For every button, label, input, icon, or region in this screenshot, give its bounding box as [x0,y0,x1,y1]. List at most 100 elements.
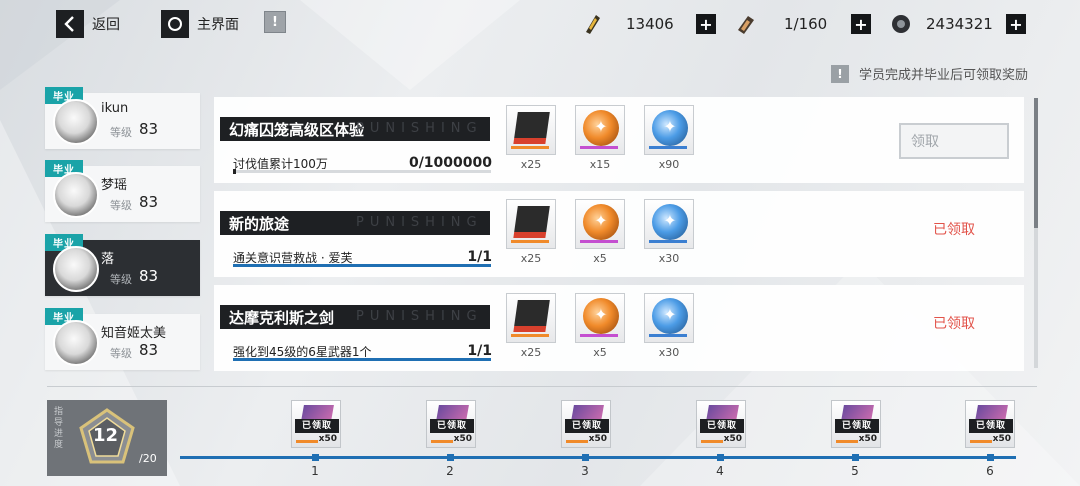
task-progress: 1/1 [467,343,492,359]
top-bar: 返回 主界面 ! 13406 + 1/160 + 2434321 + [0,0,1080,48]
add-coin-button[interactable]: + [1006,14,1026,34]
chevron-left-icon [56,10,84,38]
reward-count: x50 [318,434,337,444]
rank-label: 指导进度 [52,406,62,450]
student-card[interactable]: 毕业 知音姬太美 等级 83 [45,308,200,370]
task-title-bar: 新的旅途 PUNISHING [220,211,490,235]
reward-item[interactable]: ✦ x5 [575,199,625,265]
guidance-rank-panel: 指导进度 12 /20 [47,400,167,476]
milestone-node [312,454,319,461]
reward-item[interactable]: x25 [506,105,556,171]
resource-coin: 2434321 [890,12,993,36]
level-label: 等级 [110,126,132,139]
reward-qty: x90 [658,158,680,171]
task-title-bar: 幻痛囚笼高级区体验 PUNISHING [220,117,490,141]
reward-qty: x30 [658,252,680,265]
rank-max: /20 [139,452,157,465]
stamina-ticket-icon [586,15,600,34]
reward-item[interactable]: x25 [506,199,556,265]
divider [47,386,1037,387]
add-blood-button[interactable]: + [851,14,871,34]
back-button[interactable]: 返回 [56,10,120,38]
milestone-reward[interactable]: 已领取 x50 [426,400,476,448]
notice-text: 学员完成并毕业后可领取奖励 [858,68,1028,83]
reward-qty: x25 [520,346,542,359]
reward-qty: x25 [520,158,542,171]
milestone-track [180,456,1016,459]
avatar [53,99,99,145]
level-value: 83 [139,120,159,138]
blue-coin-icon: ✦ [644,199,694,249]
student-card[interactable]: 毕业 ikun 等级 83 [45,87,200,149]
supply-chip-icon [506,105,556,155]
ghost-text: PUNISHING [356,309,483,324]
reward-qty: x5 [593,346,607,359]
task-title: 达摩克利斯之剑 [229,309,335,327]
reward-item[interactable]: x25 [506,293,556,359]
claimed-label: 已领取 [565,419,609,433]
claim-button[interactable]: 领取 [899,123,1009,159]
student-card[interactable]: 毕业 梦瑶 等级 83 [45,160,200,222]
avatar [53,246,99,292]
reward-item[interactable]: ✦ x30 [644,293,694,359]
level-label: 等级 [110,347,132,360]
milestone-number: 3 [581,464,589,478]
screw-gear-icon [892,15,910,33]
task-title-bar: 达摩克利斯之剑 PUNISHING [220,305,490,329]
add-stamina-button[interactable]: + [696,14,716,34]
level-value: 83 [139,193,159,211]
level-label: 等级 [110,273,132,286]
task-scrollbar[interactable] [1034,98,1038,368]
reward-qty: x15 [589,158,611,171]
milestone-number: 5 [851,464,859,478]
info-icon[interactable]: ! [264,11,286,33]
level-value: 83 [139,267,159,285]
milestone-reward[interactable]: 已领取 x50 [561,400,611,448]
home-circle-icon [161,10,189,38]
milestone-reward[interactable]: 已领取 x50 [831,400,881,448]
avatar [53,320,99,366]
supply-chip-icon [506,199,556,249]
graduation-notice: ! 学员完成并毕业后可领取奖励 [830,64,1028,83]
claimed-status: 已领取 [933,316,975,332]
level-value: 83 [139,341,159,359]
blue-coin-icon: ✦ [644,105,694,155]
task-row: 幻痛囚笼高级区体验 PUNISHING 讨伐值累计100万 0/1000000 … [214,97,1024,183]
avatar [53,172,99,218]
milestone-number: 2 [446,464,454,478]
milestone-node [852,454,859,461]
milestone-reward[interactable]: 已领取 x50 [696,400,746,448]
coin-value: 2434321 [926,15,993,33]
student-name: ikun [101,101,129,116]
reward-count: x50 [858,434,877,444]
resource-stamina: 13406 [580,12,674,36]
blue-coin-icon: ✦ [644,293,694,343]
blood-pack-icon [738,16,754,34]
task-title: 新的旅途 [229,215,290,233]
scrollbar-thumb[interactable] [1034,98,1038,228]
home-button[interactable]: 主界面 [161,10,239,38]
task-progress-bar [233,358,491,361]
reward-item[interactable]: ✦ x30 [644,199,694,265]
student-card-selected[interactable]: 毕业 落 等级 83 [45,234,200,296]
reward-item[interactable]: ✦ x90 [644,105,694,171]
reward-item[interactable]: ✦ x5 [575,293,625,359]
reward-count: x50 [992,434,1011,444]
reward-qty: x25 [520,252,542,265]
milestone-number: 1 [311,464,319,478]
student-name: 知音姬太美 [101,326,167,341]
milestone-node [447,454,454,461]
reward-qty: x5 [593,252,607,265]
task-row: 达摩克利斯之剑 PUNISHING 强化到45级的6星武器1个 1/1 x25 … [214,285,1024,371]
milestone-number: 6 [986,464,994,478]
student-name: 落 [101,252,115,267]
reward-count: x50 [453,434,472,444]
rank-level: 12 [93,425,119,446]
ghost-text: PUNISHING [356,215,483,230]
claimed-status: 已领取 [933,222,975,238]
milestone-reward[interactable]: 已领取 x50 [291,400,341,448]
resource-blood: 1/160 [734,12,827,36]
claimed-label: 已领取 [835,419,879,433]
milestone-reward[interactable]: 已领取 x50 [965,400,1015,448]
reward-item[interactable]: ✦ x15 [575,105,625,171]
